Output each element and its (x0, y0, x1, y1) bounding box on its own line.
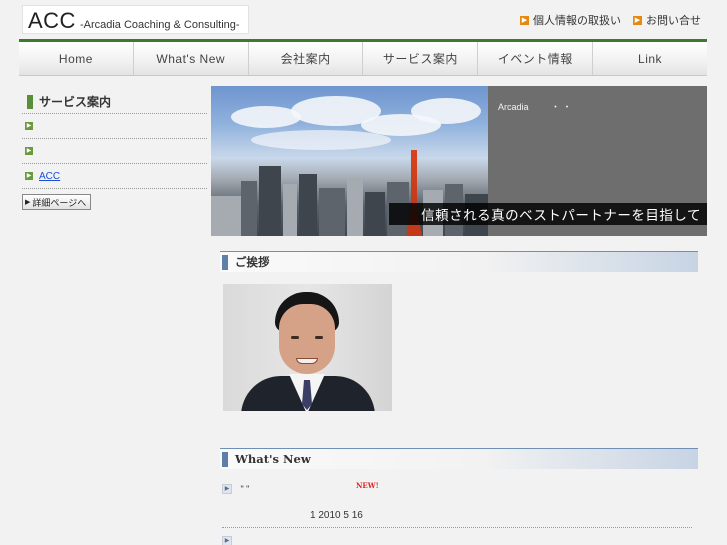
arrow-right-icon: ▶ (25, 122, 33, 130)
contact-link[interactable]: ▶ お問い合せ (633, 12, 701, 28)
whats-new-title: What's New (235, 452, 311, 466)
hero-slogan: 信頼される真のベストパートナーを目指して (389, 203, 707, 225)
hero-company-label: Arcadia ・ ・ (498, 102, 572, 112)
arrow-right-icon: ▶ (222, 483, 232, 494)
arrow-right-icon: ▶ (520, 15, 529, 25)
detail-page-button-label: 詳細ページへ (32, 197, 87, 208)
triangle-right-icon: ▶ (25, 199, 31, 206)
nav-link[interactable]: Link (593, 42, 707, 75)
hero-banner: Arcadia ・ ・ 信頼される真のベストパートナーを目指して (211, 86, 707, 236)
news-item-date: 1 2010 5 16 (310, 510, 363, 521)
news-item[interactable]: ▶ " " NEW! (222, 480, 692, 498)
section-marker-icon (222, 254, 228, 270)
section-marker-icon (27, 94, 33, 109)
arrow-right-icon: ▶ (25, 147, 33, 155)
logo-text: ACC (28, 8, 76, 33)
greeting-title: ご挨拶 (235, 255, 270, 269)
ceo-portrait-photo (223, 284, 392, 411)
arrow-right-icon: ▶ (633, 15, 642, 25)
logo-subtitle: -Arcadia Coaching & Consulting- (79, 19, 240, 31)
nav-company[interactable]: 会社案内 (249, 42, 364, 75)
arrow-right-icon: ▶ (25, 172, 33, 180)
section-marker-icon (222, 451, 228, 467)
sidebar-item: ▶ (22, 114, 207, 139)
sidebar: サービス案内 ▶ ▶ ▶ ACC ▶ 詳細ページへ (22, 90, 207, 210)
sidebar-title: サービス案内 (22, 90, 207, 114)
news-item[interactable]: ▶ (222, 532, 692, 545)
news-divider (222, 527, 692, 528)
privacy-link[interactable]: ▶ 個人情報の取扱い (520, 12, 621, 28)
greeting-section-header: ご挨拶 (220, 251, 698, 272)
contact-link-label: お問い合せ (646, 15, 701, 27)
nav-whats-new[interactable]: What's New (134, 42, 249, 75)
privacy-link-label: 個人情報の取扱い (533, 15, 621, 27)
nav-events[interactable]: イベント情報 (478, 42, 594, 75)
whats-new-section-header: What's New (220, 448, 698, 469)
utility-links: ▶ 個人情報の取扱い ▶ お問い合せ (520, 12, 701, 28)
nav-services[interactable]: サービス案内 (363, 42, 479, 75)
sidebar-item: ▶ (22, 139, 207, 164)
sidebar-item-acc-link[interactable]: ACC (39, 171, 69, 182)
new-badge: NEW! (356, 481, 379, 490)
main-nav: Home What's New 会社案内 サービス案内 イベント情報 Link (19, 39, 707, 76)
sidebar-title-text: サービス案内 (39, 95, 112, 109)
arrow-right-icon: ▶ (222, 535, 232, 545)
detail-page-button[interactable]: ▶ 詳細ページへ (22, 194, 92, 210)
nav-home[interactable]: Home (19, 42, 134, 75)
site-logo[interactable]: ACC -Arcadia Coaching & Consulting- (22, 5, 249, 34)
sidebar-item: ▶ ACC (22, 164, 207, 189)
news-item-text: " " (240, 483, 250, 494)
